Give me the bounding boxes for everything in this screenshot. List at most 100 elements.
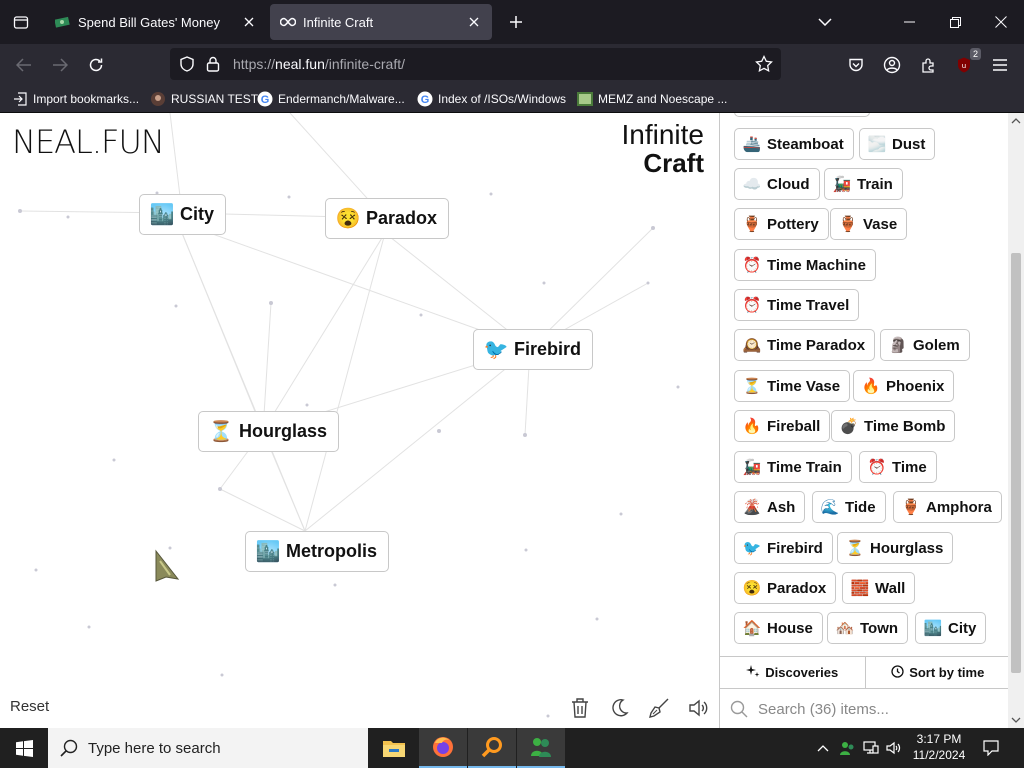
canvas-element-metropolis[interactable]: 🏙️ Metropolis: [245, 531, 390, 572]
sidebar-item-firebird[interactable]: 🐦 Firebird: [734, 532, 833, 564]
scroll-up-arrow-icon[interactable]: [1008, 116, 1024, 126]
close-window-icon[interactable]: [978, 0, 1024, 44]
notification-center-icon[interactable]: [980, 728, 1002, 768]
volume-icon[interactable]: [883, 728, 905, 768]
reset-button[interactable]: Reset: [10, 698, 49, 715]
bookmark-russian-test[interactable]: RUSSIAN TEST: [150, 90, 258, 108]
clock-time: 3:17 PM: [916, 732, 962, 746]
discoveries-tab[interactable]: Discoveries: [720, 657, 865, 688]
close-tab-icon[interactable]: [466, 14, 482, 30]
bookmark-endermanch[interactable]: G Endermanch/Malware...: [257, 90, 405, 108]
bookmark-isos[interactable]: G Index of /ISOs/Windows: [417, 90, 566, 108]
ublock-icon[interactable]: u 2: [949, 48, 981, 80]
sidebar-item-dust[interactable]: 🌫️ Dust: [859, 128, 936, 160]
sound-icon[interactable]: [685, 694, 713, 722]
close-tab-icon[interactable]: [241, 14, 257, 30]
craft-canvas[interactable]: NEAL.FUN Infinite Craft 🏙️ City 😵 Parado…: [0, 113, 720, 728]
sidebar-item-time-machine[interactable]: ⏰ Time Machine: [734, 249, 876, 281]
sidebar-item-vase[interactable]: 🏺 Vase: [830, 208, 908, 240]
restore-icon[interactable]: [932, 0, 978, 44]
extension-badge: 2: [969, 48, 981, 60]
trash-icon[interactable]: [566, 694, 594, 722]
sidebar-item-amphora[interactable]: 🏺 Amphora: [893, 491, 1002, 523]
sidebar-item-city[interactable]: 🏙️ City: [915, 612, 987, 644]
sidebar-item-hourglass[interactable]: ⏳ Hourglass: [837, 532, 954, 564]
chevron-down-icon[interactable]: [802, 0, 848, 44]
tab-infinite-craft[interactable]: Infinite Craft: [270, 4, 492, 40]
neal-fun-logo[interactable]: NEAL.FUN: [12, 123, 165, 161]
system-clock[interactable]: 3:17 PM 11/2/2024: [905, 731, 973, 763]
list-all-tabs-icon[interactable]: [0, 0, 42, 44]
sidebar-item-time[interactable]: ⏰ Time: [859, 451, 937, 483]
pocket-icon[interactable]: [841, 50, 871, 80]
sidebar-item-wall[interactable]: 🧱 Wall: [842, 572, 916, 604]
sidebar-item-house[interactable]: 🏠 House: [734, 612, 823, 644]
back-arrow-icon[interactable]: [9, 50, 39, 80]
windows-start-icon[interactable]: [0, 728, 48, 768]
mouse-cursor-icon: [152, 549, 180, 588]
sidebar-item-time-train[interactable]: 🚂 Time Train: [734, 451, 852, 483]
sidebar-item-time-paradox[interactable]: 🕰️ Time Paradox: [734, 329, 876, 361]
broom-icon[interactable]: [645, 694, 673, 722]
page-scrollbar[interactable]: [1008, 113, 1024, 728]
item-label: Time Train: [767, 458, 842, 476]
sidebar-item-phoenix[interactable]: 🔥 Phoenix: [853, 370, 955, 402]
url-text[interactable]: https://neal.fun/infinite-craft/: [233, 56, 405, 72]
bookmark-import[interactable]: Import bookmarks...: [12, 90, 139, 108]
bookmark-memz[interactable]: MEMZ and Noescape ...: [577, 90, 727, 108]
train-icon: 🚂: [742, 459, 762, 476]
sidebar-item-time-vase[interactable]: ⏳ Time Vase: [734, 370, 851, 402]
sidebar-item-town[interactable]: 🏘️ Town: [827, 612, 909, 644]
bookmark-star-icon[interactable]: [755, 54, 773, 78]
shield-icon[interactable]: [179, 56, 195, 77]
show-hidden-icons-chevron-icon[interactable]: [813, 728, 833, 768]
address-bar[interactable]: https://neal.fun/infinite-craft/: [170, 48, 781, 80]
tab-bar: Spend Bill Gates' Money Infinite Craft: [0, 0, 1024, 44]
forward-arrow-icon[interactable]: [45, 50, 75, 80]
lock-icon[interactable]: [206, 56, 220, 77]
sidebar-item-time-bomb[interactable]: 💣 Time Bomb: [831, 410, 956, 442]
firefox-icon[interactable]: [419, 728, 467, 768]
sidebar-item-paradox[interactable]: 😵 Paradox: [734, 572, 837, 604]
sidebar-item-time-travel[interactable]: ⏰ Time Travel: [734, 289, 860, 321]
canvas-element-hourglass[interactable]: ⏳ Hourglass: [198, 411, 340, 452]
sidebar-item-golem[interactable]: 🗿 Golem: [880, 329, 970, 361]
sidebar-item-partial[interactable]: [734, 113, 870, 117]
canvas-element-firebird[interactable]: 🐦 Firebird: [473, 329, 594, 370]
scroll-thumb[interactable]: [1011, 253, 1021, 673]
infinite-craft-logo: Infinite Craft: [622, 121, 705, 178]
minimize-icon[interactable]: [886, 0, 932, 44]
sort-by-time-tab[interactable]: Sort by time: [864, 657, 1010, 688]
bookmark-label: MEMZ and Noescape ...: [598, 92, 728, 106]
canvas-element-city[interactable]: 🏙️ City: [139, 194, 227, 235]
search-tool-icon[interactable]: [468, 728, 516, 768]
svg-text:u: u: [962, 62, 966, 70]
item-search-field[interactable]: Search (36) items...: [720, 690, 1009, 728]
new-tab-icon[interactable]: [502, 8, 530, 36]
green-app-icon[interactable]: [517, 728, 565, 768]
moon-icon[interactable]: [605, 694, 633, 722]
file-explorer-icon[interactable]: [370, 728, 418, 768]
canvas-element-paradox[interactable]: 😵 Paradox: [325, 198, 450, 239]
item-label: Time Paradox: [767, 336, 866, 354]
sidebar-item-ash[interactable]: 🌋 Ash: [734, 491, 806, 523]
network-icon[interactable]: [860, 728, 882, 768]
taskbar-search-box[interactable]: Type here to search: [48, 728, 368, 768]
tab-spend-bill-gates-money[interactable]: Spend Bill Gates' Money: [45, 4, 267, 40]
items-sidebar[interactable]: 🚢 Steamboat 🌫️ Dust ☁️ Cloud 🚂 Train 🏺 Potter…: [719, 113, 1009, 728]
city-icon: 🏙️: [923, 620, 943, 637]
extensions-icon[interactable]: [913, 50, 943, 80]
hamburger-menu-icon[interactable]: [985, 50, 1015, 80]
reload-icon[interactable]: [81, 50, 111, 80]
sidebar-item-steamboat[interactable]: 🚢 Steamboat: [734, 128, 854, 160]
sidebar-item-fireball[interactable]: 🔥 Fireball: [734, 410, 831, 442]
sidebar-item-tide[interactable]: 🌊 Tide: [812, 491, 886, 523]
element-label: City: [180, 204, 215, 224]
sidebar-item-cloud[interactable]: ☁️ Cloud: [734, 168, 820, 200]
scroll-down-arrow-icon[interactable]: [1008, 715, 1024, 725]
sidebar-item-train[interactable]: 🚂 Train: [824, 168, 903, 200]
tab-title: Infinite Craft: [303, 14, 374, 30]
sidebar-item-pottery[interactable]: 🏺 Pottery: [734, 208, 829, 240]
account-icon[interactable]: [877, 50, 907, 80]
tray-app-icon[interactable]: [836, 728, 858, 768]
